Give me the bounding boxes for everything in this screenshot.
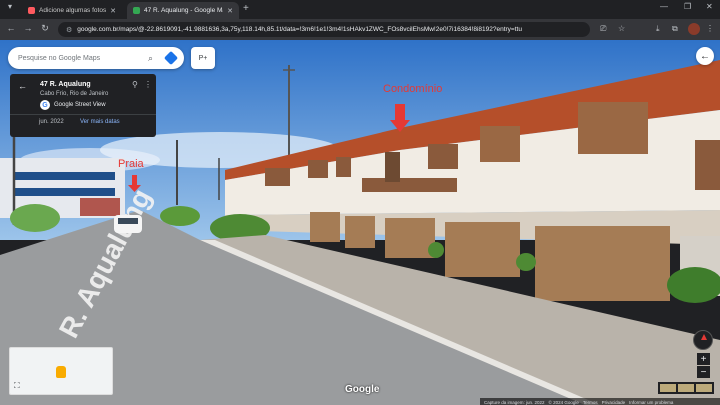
- layers-button[interactable]: P+: [191, 47, 215, 69]
- google-g-icon: G: [40, 100, 50, 110]
- tab-title: Adicione algumas fotos — Airb: [39, 7, 107, 14]
- url-text: google.com.br/maps/@-22.8619091,-41.9881…: [77, 26, 522, 33]
- back-icon[interactable]: ←: [5, 23, 17, 33]
- search-placeholder: Pesquise no Google Maps: [18, 54, 101, 62]
- directions-icon[interactable]: [163, 50, 179, 66]
- download-icon[interactable]: ⤓: [656, 24, 660, 34]
- copyright: © 2024 Google: [548, 399, 579, 405]
- location-pin-icon[interactable]: ⚲: [132, 80, 138, 89]
- maximize-icon[interactable]: ❐: [684, 2, 691, 11]
- star-icon[interactable]: ☆: [618, 24, 625, 33]
- airbnb-favicon-icon: [28, 7, 35, 14]
- capture-date: jun. 2022: [39, 119, 64, 125]
- source-text: Google Street View: [54, 102, 106, 108]
- forward-icon[interactable]: →: [22, 23, 34, 33]
- footer-bar: Capture da imagem: jun. 2022 © 2024 Goog…: [480, 398, 720, 405]
- capture-info: Capture da imagem: jun. 2022: [484, 399, 545, 405]
- tab-title: 47 R. Aqualung - Google Maps: [144, 7, 223, 14]
- install-icon[interactable]: ⎚: [600, 24, 606, 34]
- exit-street-view-icon[interactable]: ←: [696, 47, 714, 65]
- condominio-label: Condomínio: [383, 83, 443, 95]
- compass-icon[interactable]: [693, 330, 713, 350]
- tab-strip: Adicione algumas fotos — Airb ✕ 47 R. Aq…: [0, 0, 720, 19]
- reload-icon[interactable]: ↻: [39, 23, 51, 34]
- city-text: Cabo Frio, Rio de Janeiro: [40, 91, 109, 97]
- address-bar[interactable]: ⚙ google.com.br/maps/@-22.8619091,-41.98…: [58, 22, 590, 37]
- tab-google-maps[interactable]: 47 R. Aqualung - Google Maps ✕: [127, 2, 239, 19]
- close-window-icon[interactable]: ✕: [706, 2, 713, 11]
- address-title: 47 R. Aqualung: [40, 81, 91, 88]
- tab-search-icon[interactable]: ▾: [8, 2, 12, 11]
- privacy-link[interactable]: Privacidade: [602, 400, 626, 405]
- extensions-icon[interactable]: ⧉: [672, 24, 678, 34]
- site-info-icon[interactable]: ⚙: [66, 26, 72, 34]
- photo-thumbnails[interactable]: [658, 382, 714, 394]
- browser-toolbar: ← → ↻ ⚙ google.com.br/maps/@-22.8619091,…: [0, 19, 720, 40]
- minimap[interactable]: ⛶: [9, 347, 113, 395]
- location-info-card: ← 47 R. Aqualung Cabo Frio, Rio de Janei…: [10, 74, 156, 137]
- google-logo: Google: [345, 384, 380, 395]
- zoom-out-button[interactable]: −: [697, 366, 710, 378]
- terms-link[interactable]: Termos: [583, 400, 598, 405]
- search-input[interactable]: Pesquise no Google Maps ⌕: [8, 47, 184, 69]
- maps-favicon-icon: [133, 7, 140, 14]
- search-icon[interactable]: ⌕: [148, 53, 162, 64]
- pegman-icon[interactable]: [56, 366, 66, 378]
- praia-label: Praia: [118, 158, 144, 170]
- street-view[interactable]: R. Aqualung Condomínio Praia Pesquise no…: [0, 40, 720, 405]
- close-tab-icon[interactable]: ✕: [110, 7, 116, 15]
- profile-avatar[interactable]: [688, 23, 700, 35]
- close-tab-icon[interactable]: ✕: [227, 7, 233, 15]
- report-problem-link[interactable]: Informar um problema: [629, 400, 673, 405]
- expand-icon[interactable]: ⛶: [14, 381, 20, 391]
- minimize-icon[interactable]: —: [660, 2, 668, 11]
- menu-icon[interactable]: ⋮: [706, 24, 714, 33]
- more-options-icon[interactable]: ⋮: [144, 80, 152, 89]
- more-dates-link[interactable]: Ver mais datas: [80, 119, 120, 125]
- divider: [10, 114, 156, 115]
- back-arrow-icon[interactable]: ←: [18, 81, 27, 91]
- zoom-in-button[interactable]: +: [697, 353, 710, 365]
- tab-airbnb[interactable]: Adicione algumas fotos — Airb ✕: [22, 2, 122, 19]
- new-tab-icon[interactable]: +: [243, 3, 249, 14]
